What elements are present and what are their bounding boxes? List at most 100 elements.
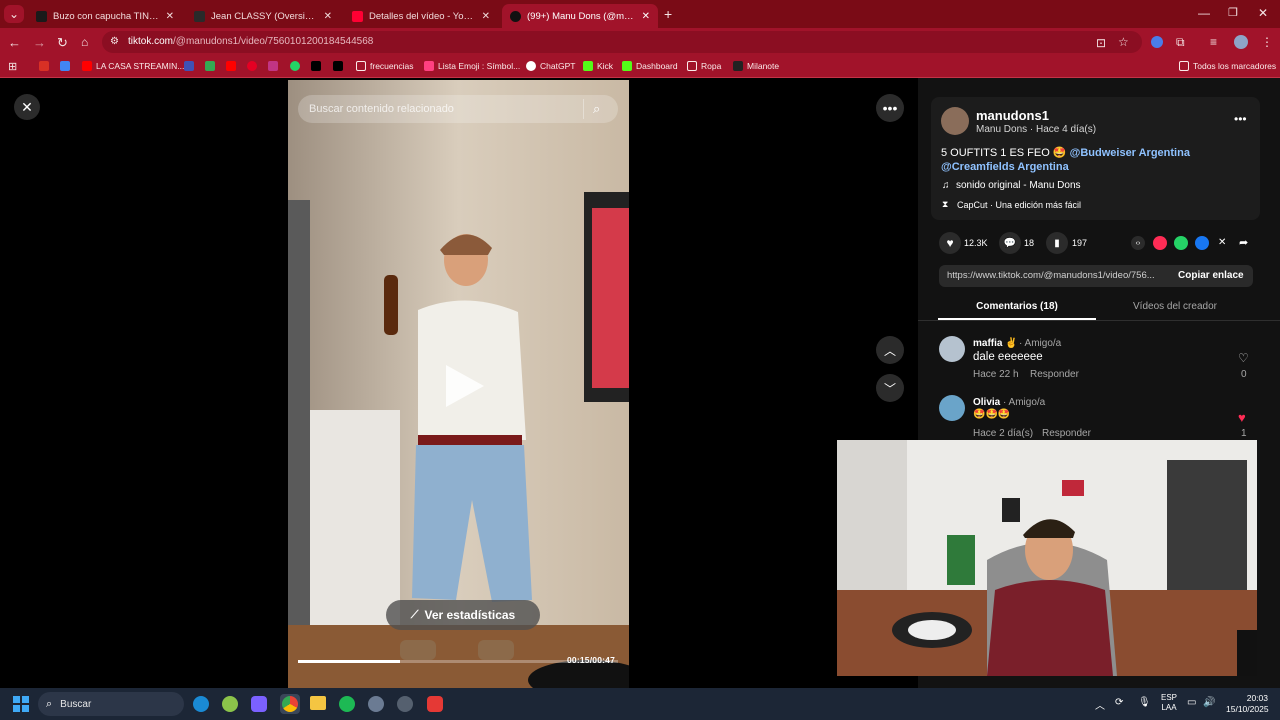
- copilot-icon[interactable]: [251, 696, 267, 712]
- bookmark-milanote[interactable]: Milanote: [733, 61, 779, 71]
- more-menu-icon[interactable]: ⋮: [1261, 35, 1273, 49]
- spotify-icon[interactable]: [339, 696, 355, 712]
- mention-link[interactable]: @Budweiser Argentina: [1070, 147, 1190, 159]
- bookmark-ropa[interactable]: Ropa: [687, 61, 721, 71]
- reply-button[interactable]: Responder: [1030, 369, 1079, 380]
- media-control-icon[interactable]: ≡: [1210, 35, 1217, 49]
- heart-outline-icon[interactable]: ♡: [1238, 351, 1249, 365]
- x-share-icon[interactable]: ✕: [1218, 237, 1226, 248]
- close-icon[interactable]: ✕: [642, 11, 650, 22]
- whatsapp-share-icon[interactable]: [1174, 236, 1188, 250]
- tab-search-button[interactable]: ⌄: [4, 5, 24, 23]
- bookmark-kick[interactable]: Kick: [583, 61, 613, 71]
- close-icon[interactable]: ✕: [324, 11, 332, 22]
- bookmark-9[interactable]: [290, 61, 304, 71]
- bookmark-gmail[interactable]: [39, 61, 53, 71]
- bookmark-dashboard[interactable]: Dashboard: [622, 61, 678, 71]
- close-icon[interactable]: ✕: [166, 11, 174, 22]
- bookmark-la-casa[interactable]: LA CASA STREAMIN...: [82, 61, 184, 71]
- bookmark-4[interactable]: [184, 61, 198, 71]
- app-icon[interactable]: [222, 696, 238, 712]
- author-handle[interactable]: manudons1: [976, 108, 1049, 123]
- reload-icon[interactable]: ↻: [57, 35, 68, 51]
- app-icon[interactable]: [397, 696, 413, 712]
- all-bookmarks[interactable]: Todos los marcadores: [1179, 61, 1276, 71]
- apps-grid-icon[interactable]: ⊞: [8, 60, 17, 73]
- sound-link[interactable]: sonido original - Manu Dons: [956, 180, 1081, 191]
- mention-link[interactable]: @Creamfields Argentina: [941, 161, 1069, 173]
- back-icon[interactable]: ←: [8, 35, 21, 50]
- description-more-icon[interactable]: •••: [1234, 112, 1247, 126]
- clock[interactable]: 20:03 15/10/2025: [1226, 693, 1269, 715]
- reply-button[interactable]: Responder: [1042, 428, 1091, 439]
- comment-button[interactable]: 💬: [999, 232, 1021, 254]
- app-icon[interactable]: [427, 696, 443, 712]
- minimize-icon[interactable]: —: [1198, 6, 1210, 20]
- microphone-icon[interactable]: 🎙: [1138, 697, 1151, 708]
- close-video-button[interactable]: ✕: [14, 94, 40, 120]
- avatar[interactable]: [939, 336, 965, 362]
- facebook-share-icon[interactable]: [1195, 236, 1209, 250]
- chrome-icon[interactable]: [282, 696, 298, 712]
- bookmark-10[interactable]: [311, 61, 325, 71]
- comment-username[interactable]: Olivia: [973, 397, 1000, 408]
- edge-icon[interactable]: [193, 696, 209, 712]
- tab-1[interactable]: Buzo con capucha TINI Unisex ✕: [28, 4, 182, 28]
- forward-icon[interactable]: →: [33, 35, 46, 50]
- settings-icon[interactable]: [368, 696, 384, 712]
- tab-2[interactable]: Jean CLASSY (Oversize -Recto) ✕: [186, 4, 340, 28]
- network-icon[interactable]: ▭: [1187, 697, 1196, 708]
- extension-icon[interactable]: [1151, 36, 1163, 48]
- bookmark-11[interactable]: [333, 61, 347, 71]
- copy-link-button[interactable]: Copiar enlace: [1178, 270, 1244, 281]
- new-tab-icon[interactable]: +: [664, 6, 672, 22]
- author-avatar[interactable]: [941, 107, 969, 135]
- tab-4-active[interactable]: (99+) Manu Dons (@manudons ✕: [502, 4, 658, 28]
- url-text[interactable]: tiktok.com/@manudons1/video/756010120018…: [128, 36, 373, 47]
- like-button[interactable]: ♥: [939, 232, 961, 254]
- bookmark-docs[interactable]: [60, 61, 74, 71]
- close-icon[interactable]: ✕: [482, 11, 490, 22]
- language-indicator[interactable]: ESP LAA: [1161, 693, 1177, 713]
- extensions-puzzle-icon[interactable]: ⧉: [1176, 35, 1185, 50]
- bookmark-emoji[interactable]: Lista Emoji : Símbol...: [424, 61, 520, 71]
- home-icon[interactable]: ⌂: [81, 35, 88, 49]
- heart-filled-icon[interactable]: ♥: [1238, 410, 1246, 425]
- windows-start-icon[interactable]: [13, 696, 29, 712]
- file-explorer-icon[interactable]: [310, 696, 326, 710]
- avatar[interactable]: [939, 395, 965, 421]
- profile-avatar[interactable]: [1234, 35, 1248, 49]
- window-close-icon[interactable]: ✕: [1258, 6, 1268, 20]
- tab-comments[interactable]: Comentarios (18): [938, 298, 1096, 320]
- comment-username[interactable]: maffia ✌: [973, 338, 1018, 349]
- embed-icon[interactable]: ‹›: [1131, 236, 1145, 250]
- restore-icon[interactable]: ❐: [1228, 6, 1238, 19]
- site-info-icon[interactable]: ⚙: [110, 36, 119, 47]
- bookmark-chatgpt[interactable]: ChatGPT: [526, 61, 575, 71]
- taskbar-search[interactable]: ⌕ Buscar: [38, 692, 184, 716]
- capcut-link[interactable]: CapCut · Una edición más fácil: [957, 200, 1081, 210]
- search-icon[interactable]: ⌕: [593, 101, 600, 117]
- chevron-up-icon[interactable]: ︿: [1095, 697, 1105, 712]
- volume-icon[interactable]: 🔊: [1203, 697, 1215, 708]
- bookmark-8[interactable]: [268, 61, 282, 71]
- view-stats-button[interactable]: ⟋ Ver estadísticas: [386, 600, 540, 630]
- share-link-text[interactable]: https://www.tiktok.com/@manudons1/video/…: [947, 270, 1165, 281]
- tab-creator-videos[interactable]: Vídeos del creador: [1096, 298, 1254, 320]
- install-app-icon[interactable]: ⊡: [1096, 36, 1106, 50]
- tab-3[interactable]: Detalles del vídeo - YouTube St ✕: [344, 4, 498, 28]
- bookmark-star-icon[interactable]: ☆: [1118, 35, 1129, 49]
- previous-video-button[interactable]: ︿: [876, 336, 904, 364]
- save-button[interactable]: ▮: [1046, 232, 1068, 254]
- bookmark-6[interactable]: [226, 61, 240, 71]
- bookmark-5[interactable]: [205, 61, 219, 71]
- tray-app-icon[interactable]: ⟳: [1115, 697, 1123, 708]
- share-repost-icon[interactable]: [1153, 236, 1167, 250]
- related-search-input[interactable]: Buscar contenido relacionado: [298, 95, 618, 123]
- video-more-button[interactable]: •••: [876, 94, 904, 122]
- bookmark-7[interactable]: [247, 61, 261, 71]
- video-player[interactable]: [288, 80, 629, 688]
- share-arrow-icon[interactable]: ➦: [1239, 236, 1248, 249]
- next-video-button[interactable]: ﹀: [876, 374, 904, 402]
- bookmark-frecuencias[interactable]: frecuencias: [356, 61, 413, 71]
